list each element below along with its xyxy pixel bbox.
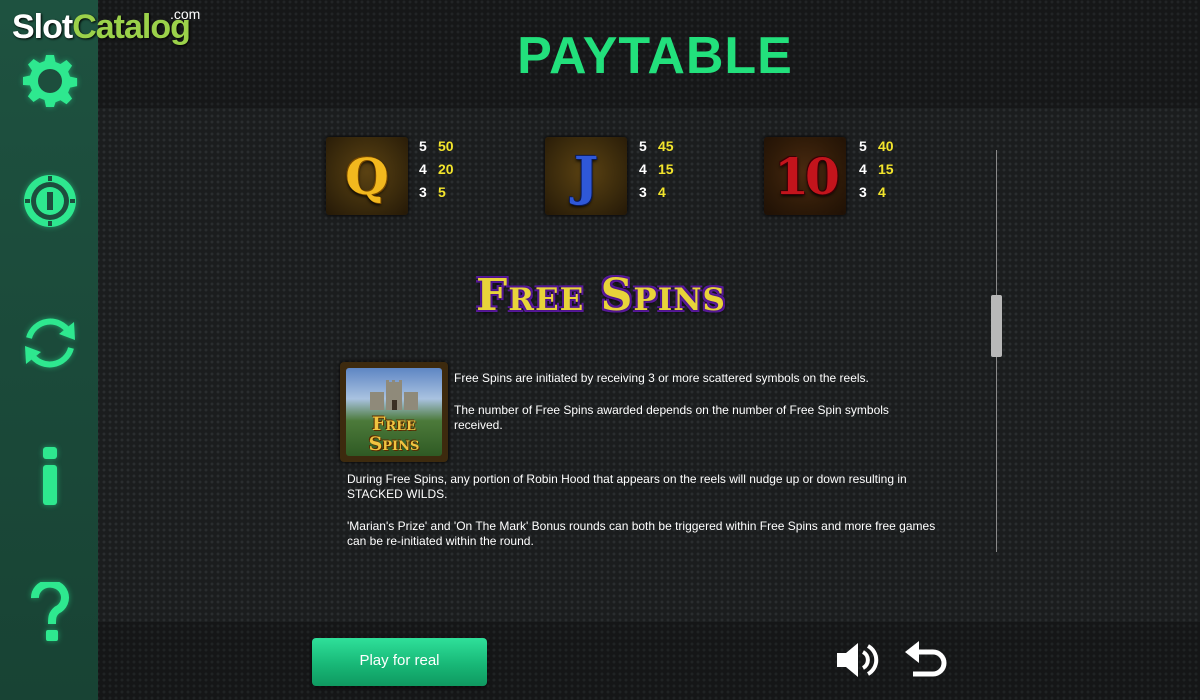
info-button[interactable] <box>19 446 81 508</box>
pay-row: 34 <box>859 181 919 204</box>
symbol-q-pays: 5 50 4 20 35 <box>419 135 479 204</box>
pay-win: 4 <box>658 184 666 200</box>
symbol-10-pays: 5 40 4 15 34 <box>859 135 919 204</box>
pay-count: 3 <box>859 184 867 200</box>
pay-win: 5 <box>438 184 446 200</box>
page-title: PAYTABLE <box>517 27 793 85</box>
pay-row: 4 15 <box>639 158 699 181</box>
info-icon <box>43 447 57 505</box>
logo-com-text: .com <box>170 6 201 22</box>
symbol-10-label: 10 <box>774 146 840 206</box>
play-for-real-button[interactable]: Play for real <box>312 638 487 686</box>
free-spins-symbol-art: Free Spins <box>346 368 442 456</box>
symbol-j-tile: J <box>545 137 627 215</box>
speaker-icon <box>837 643 879 677</box>
pay-count: 4 <box>419 161 427 177</box>
free-spins-symbol: Free Spins <box>340 362 448 462</box>
castle-icon <box>370 380 418 410</box>
pay-win: 20 <box>438 161 454 177</box>
free-spins-symbol-line2: Spins <box>368 433 420 455</box>
pay-count: 5 <box>419 138 427 154</box>
help-icon <box>30 582 69 641</box>
logo-slot-text: Slot <box>12 8 73 46</box>
free-spins-symbol-line1: Free <box>371 413 417 435</box>
free-spins-text-2: The number of Free Spins awarded depends… <box>454 403 889 432</box>
pay-count: 4 <box>859 161 867 177</box>
free-spins-heading: Free Spins <box>476 270 726 321</box>
pay-count: 4 <box>639 161 647 177</box>
symbol-10-tile: 10 <box>764 137 846 215</box>
back-button[interactable] <box>903 636 951 684</box>
pay-row: 5 50 <box>419 135 479 158</box>
return-arrow-icon <box>905 641 947 677</box>
symbol-j-label: J <box>573 145 599 207</box>
gear-icon <box>23 55 78 107</box>
pay-win: 45 <box>658 138 674 154</box>
bet-coin-button[interactable] <box>19 170 81 232</box>
pay-row: 4 15 <box>859 158 919 181</box>
help-button[interactable] <box>19 582 81 644</box>
sound-button[interactable] <box>832 636 880 684</box>
pay-win: 15 <box>878 161 894 177</box>
pay-row: 5 45 <box>639 135 699 158</box>
free-spins-text-1: Free Spins are initiated by receiving 3 … <box>454 371 869 385</box>
free-spins-text-4: 'Marian's Prize' and 'On The Mark' Bonus… <box>347 519 936 548</box>
scrollbar-thumb[interactable] <box>991 295 1002 357</box>
pay-count: 5 <box>639 138 647 154</box>
pay-row: 35 <box>419 181 479 204</box>
pay-win: 4 <box>878 184 886 200</box>
settings-button[interactable] <box>19 50 81 112</box>
pay-row: 34 <box>639 181 699 204</box>
pay-row: 4 20 <box>419 158 479 181</box>
symbol-q-tile: Q <box>326 137 408 215</box>
footer-band <box>98 622 1200 700</box>
coin-icon <box>24 175 76 227</box>
pay-win: 50 <box>438 138 454 154</box>
slotcatalog-logo: SlotCatalog .com <box>12 6 200 58</box>
symbol-q-label: Q <box>345 146 389 206</box>
symbol-j-pays: 5 45 4 15 34 <box>639 135 699 204</box>
pay-count: 3 <box>639 184 647 200</box>
pay-count: 5 <box>859 138 867 154</box>
pay-row: 5 40 <box>859 135 919 158</box>
pay-win: 40 <box>878 138 894 154</box>
pay-win: 15 <box>658 161 674 177</box>
refresh-icon <box>25 318 75 368</box>
pay-count: 3 <box>419 184 427 200</box>
free-spins-text-3: During Free Spins, any portion of Robin … <box>347 472 907 501</box>
autoplay-button[interactable] <box>19 312 81 374</box>
